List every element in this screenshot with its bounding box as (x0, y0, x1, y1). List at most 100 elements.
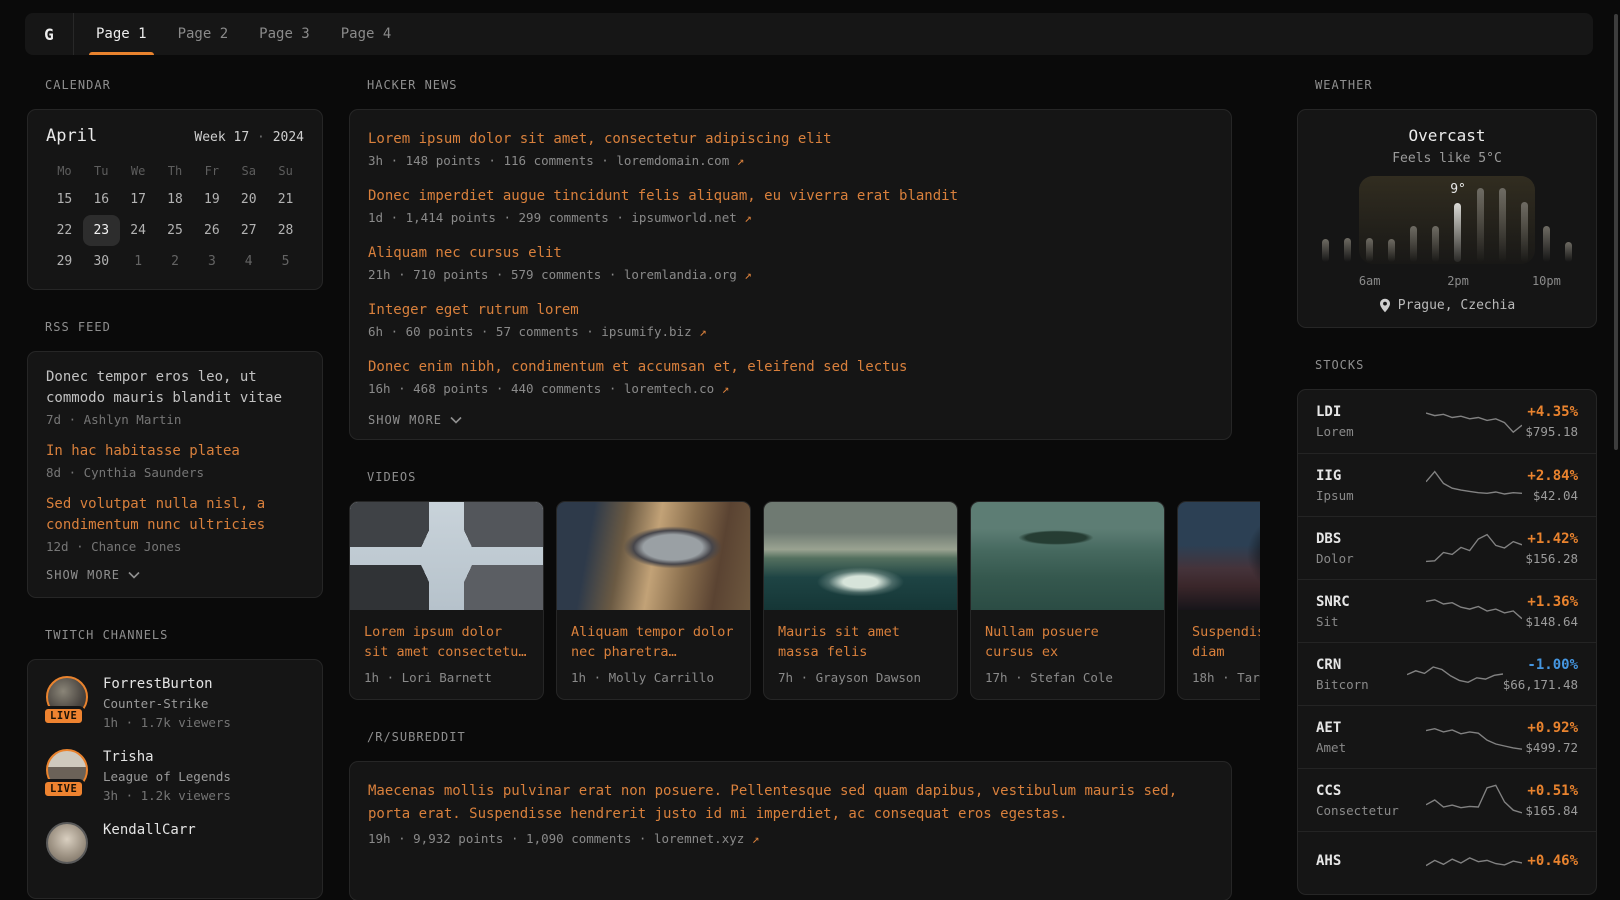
tab-page-4[interactable]: Page 4 (341, 13, 392, 55)
video-thumbnail[interactable] (971, 502, 1164, 610)
video-title[interactable]: Nullam posuere cursus ex (985, 622, 1150, 662)
calendar-day[interactable]: 4 (230, 246, 267, 277)
video-card[interactable]: Aliquam tempor dolor nec pharetra… 1h · … (556, 501, 751, 700)
stock-change-percent: -1.00% (1503, 657, 1578, 673)
hn-item-title[interactable]: Donec enim nibh, condimentum et accumsan… (368, 356, 1213, 378)
calendar-day[interactable]: 16 (83, 184, 120, 215)
weekday-label: We (120, 158, 157, 184)
hn-item-title[interactable]: Integer eget rutrum lorem (368, 299, 1213, 321)
calendar-day[interactable]: 20 (230, 184, 267, 215)
hn-show-more-button[interactable]: SHOW MORE (368, 413, 1213, 427)
middle-column: HACKER NEWS Lorem ipsum dolor sit amet, … (349, 78, 1260, 900)
stock-price: $42.04 (1522, 488, 1578, 503)
tab-page-2[interactable]: Page 2 (178, 13, 229, 55)
rss-item-title[interactable]: Donec tempor eros leo, ut commodo mauris… (46, 367, 304, 409)
calendar-day[interactable]: 2 (157, 246, 194, 277)
reddit-post-title[interactable]: Maecenas mollis pulvinar erat non posuer… (368, 780, 1213, 826)
weekday-label: Sa (230, 158, 267, 184)
video-title[interactable]: Mauris sit amet massa felis (778, 622, 943, 662)
calendar-day[interactable]: 1 (120, 246, 157, 277)
stock-row[interactable]: SNRC Sit +1.36% $148.64 (1298, 579, 1596, 642)
video-thumbnail[interactable] (1178, 502, 1260, 610)
calendar-day[interactable]: 30 (83, 246, 120, 277)
external-link-arrow-icon[interactable]: ↗ (737, 153, 745, 168)
twitch-channel-row[interactable]: LIVE KendallCarr (46, 822, 304, 864)
calendar-day[interactable]: 22 (46, 215, 83, 246)
stock-row[interactable]: DBS Dolor +1.42% $156.28 (1298, 516, 1596, 579)
calendar-day[interactable]: 15 (46, 184, 83, 215)
calendar-day[interactable]: 3 (193, 246, 230, 277)
hn-item-title[interactable]: Donec imperdiet augue tincidunt felis al… (368, 185, 1213, 207)
stock-row[interactable]: LDI Lorem +4.35% $795.18 (1298, 390, 1596, 453)
stock-symbol: SNRC (1316, 594, 1426, 610)
external-link-arrow-icon[interactable]: ↗ (744, 210, 752, 225)
hn-meta-text: 3h · 148 points · 116 comments · loremdo… (368, 153, 737, 168)
twitch-channel-row[interactable]: LIVE ForrestBurton Counter-Strike 1h · 1… (46, 676, 304, 730)
weather-bar (1322, 239, 1329, 262)
video-thumbnail[interactable] (764, 502, 957, 610)
rss-show-more-button[interactable]: SHOW MORE (46, 568, 304, 582)
stock-price: $499.72 (1522, 740, 1578, 755)
calendar-day[interactable]: 25 (157, 215, 194, 246)
video-meta: 18h · Tara (1192, 670, 1260, 685)
stock-name: Ipsum (1316, 488, 1426, 503)
calendar-day[interactable]: 29 (46, 246, 83, 277)
calendar-day[interactable]: 21 (267, 184, 304, 215)
weekday-label: Tu (83, 158, 120, 184)
stock-row[interactable]: IIG Ipsum +2.84% $42.04 (1298, 453, 1596, 516)
show-more-label: SHOW MORE (46, 568, 120, 582)
hn-item-meta: 1d · 1,414 points · 299 comments · ipsum… (368, 210, 1213, 225)
video-card[interactable]: Suspendis diam 18h · Tara (1177, 501, 1260, 700)
live-badge: LIVE (42, 706, 85, 726)
video-meta: 1h · Molly Carrillo (571, 670, 736, 685)
external-link-arrow-icon[interactable]: ↗ (744, 267, 752, 282)
video-card[interactable]: Mauris sit amet massa felis 7h · Grayson… (763, 501, 958, 700)
weather-bar (1432, 226, 1439, 262)
stock-row[interactable]: CRN Bitcorn -1.00% $66,171.48 (1298, 642, 1596, 705)
external-link-arrow-icon[interactable]: ↗ (722, 381, 730, 396)
calendar-day[interactable]: 18 (157, 184, 194, 215)
stock-change-percent: +0.92% (1522, 720, 1578, 736)
calendar-day[interactable]: 5 (267, 246, 304, 277)
stock-name: Amet (1316, 740, 1426, 755)
rss-item-title[interactable]: Sed volutpat nulla nisl, a condimentum n… (46, 494, 304, 536)
calendar-day[interactable]: 24 (120, 215, 157, 246)
twitch-channel-name[interactable]: Trisha (103, 749, 231, 765)
stocks-card: LDI Lorem +4.35% $795.18 IIG Ipsum (1297, 389, 1597, 895)
tab-page-3[interactable]: Page 3 (259, 13, 310, 55)
stock-change-percent: +0.51% (1522, 783, 1578, 799)
video-card[interactable]: Nullam posuere cursus ex 17h · Stefan Co… (970, 501, 1165, 700)
video-card[interactable]: Lorem ipsum dolor sit amet consectetu… 1… (349, 501, 544, 700)
app-logo[interactable]: G (25, 13, 74, 55)
stock-row[interactable]: AHS +0.46% (1298, 831, 1596, 894)
rss-item-title[interactable]: In hac habitasse platea (46, 441, 304, 462)
weather-location-row[interactable]: Prague, Czechia (1316, 298, 1578, 313)
video-title[interactable]: Suspendis diam (1192, 622, 1260, 662)
video-thumbnail[interactable] (350, 502, 543, 610)
twitch-channel-row[interactable]: LIVE Trisha League of Legends 3h · 1.2k … (46, 749, 304, 803)
rss-item-meta: 7d · Ashlyn Martin (46, 412, 304, 427)
stock-row[interactable]: AET Amet +0.92% $499.72 (1298, 705, 1596, 768)
hn-item-title[interactable]: Lorem ipsum dolor sit amet, consectetur … (368, 128, 1213, 150)
video-title[interactable]: Lorem ipsum dolor sit amet consectetu… (364, 622, 529, 662)
video-title[interactable]: Aliquam tempor dolor nec pharetra… (571, 622, 736, 662)
hackernews-card: Lorem ipsum dolor sit amet, consectetur … (349, 109, 1232, 440)
reddit-post-meta: 19h · 9,932 points · 1,090 comments · lo… (368, 831, 1213, 846)
twitch-channel-name[interactable]: KendallCarr (103, 822, 196, 838)
show-more-label: SHOW MORE (368, 413, 442, 427)
calendar-day[interactable]: 28 (267, 215, 304, 246)
calendar-day[interactable]: 17 (120, 184, 157, 215)
external-link-arrow-icon[interactable]: ↗ (699, 324, 707, 339)
page-scrollbar-thumb[interactable] (1614, 14, 1618, 450)
tab-page-1[interactable]: Page 1 (96, 13, 147, 55)
calendar-day[interactable]: 26 (193, 215, 230, 246)
calendar-day[interactable]: 19 (193, 184, 230, 215)
calendar-day[interactable]: 27 (230, 215, 267, 246)
external-link-arrow-icon[interactable]: ↗ (752, 831, 760, 846)
calendar-day-selected[interactable]: 23 (83, 215, 120, 246)
hn-item-title[interactable]: Aliquam nec cursus elit (368, 242, 1213, 264)
stock-row[interactable]: CCS Consectetur +0.51% $165.84 (1298, 768, 1596, 831)
twitch-channel-name[interactable]: ForrestBurton (103, 676, 231, 692)
video-thumbnail[interactable] (557, 502, 750, 610)
weather-widget: WEATHER Overcast Feels like 5°C 9° 6am2p… (1297, 78, 1597, 328)
